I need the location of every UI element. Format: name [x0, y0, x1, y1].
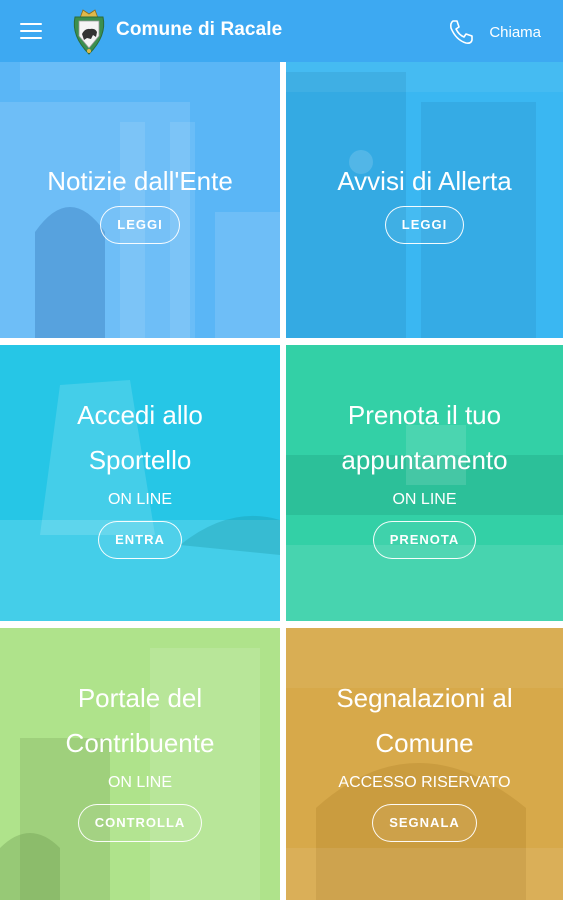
tile-contribuente[interactable]: Portale del Contribuente ON LINE CONTROL… — [0, 628, 280, 900]
tile-avvisi[interactable]: Avvisi di Allerta LEGGI — [286, 62, 563, 338]
tile-title: Accedi allo Sportello — [77, 400, 203, 475]
tile-segnalazioni[interactable]: Segnalazioni al Comune ACCESSO RISERVATO… — [286, 628, 563, 900]
tile-title: Notizie dall'Ente — [47, 166, 233, 196]
tile-title: Prenota il tuo appuntamento — [341, 400, 508, 475]
prenota-button[interactable]: PRENOTA — [372, 521, 477, 559]
tile-subtitle: ON LINE — [107, 491, 172, 508]
tile-subtitle: ACCESSO RISERVATO — [338, 774, 511, 791]
tile-prenota[interactable]: Prenota il tuo appuntamento ON LINE PREN… — [286, 345, 563, 621]
tile-sportello[interactable]: Accedi allo Sportello ON LINE ENTRA — [0, 345, 280, 621]
call-label: Chiama — [489, 23, 541, 41]
tile-subtitle: ON LINE — [107, 774, 172, 791]
hamburger-menu-icon[interactable] — [18, 20, 44, 42]
leggi-button[interactable]: LEGGI — [100, 206, 180, 244]
tile-notizie[interactable]: Notizie dall'Ente LEGGI — [0, 62, 280, 338]
segnala-button[interactable]: SEGNALA — [372, 804, 477, 842]
app-header: Comune di Racale Chiama — [0, 0, 563, 62]
tile-title: Segnalazioni al Comune — [336, 683, 513, 758]
tile-title: Avvisi di Allerta — [337, 166, 512, 196]
municipal-crest-logo — [73, 9, 105, 55]
tile-title: Portale del Contribuente — [65, 683, 215, 758]
controlla-button[interactable]: CONTROLLA — [77, 804, 203, 842]
entra-button[interactable]: ENTRA — [98, 521, 182, 559]
call-button[interactable]: Chiama — [447, 16, 541, 48]
tile-subtitle: ON LINE — [392, 491, 457, 508]
phone-icon — [450, 20, 474, 44]
app-title: Comune di Racale — [116, 19, 283, 40]
leggi-button[interactable]: LEGGI — [384, 206, 465, 244]
